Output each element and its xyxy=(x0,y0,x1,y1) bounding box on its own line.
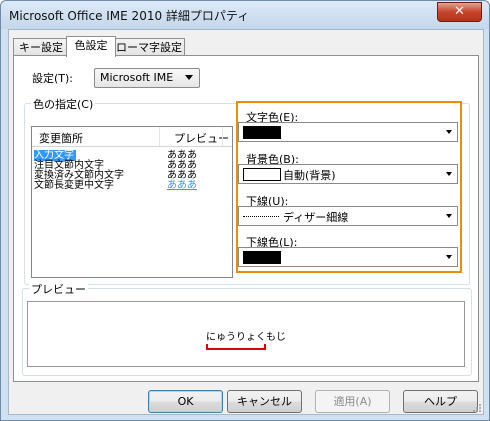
color-swatch xyxy=(243,251,281,264)
list-header: 変更箇所 プレビュー xyxy=(32,127,232,147)
preview-underline xyxy=(206,344,266,350)
cancel-button[interactable]: キャンセル xyxy=(227,390,302,413)
title-bar[interactable]: Microsoft Office IME 2010 詳細プロパティ ✕ xyxy=(1,1,489,29)
preview-group: プレビュー にゅうりょくもじ xyxy=(22,281,472,376)
underline-color-dropdown[interactable] xyxy=(238,247,458,267)
tab-romaji-settings[interactable]: ローマ字設定 xyxy=(113,38,185,56)
preview-group-title: プレビュー xyxy=(29,281,88,297)
bg-color-value: 自動(背景) xyxy=(283,169,336,182)
highlight-box: 文字色(E): 背景色(B): 自動(背景) 下線(U): ディザー細線 下線色… xyxy=(236,101,462,273)
color-settings-panel: 設定(T): Microsoft IME 色の指定(C) 変更箇所 プレビュー … xyxy=(13,55,479,382)
tab-color-settings[interactable]: 色設定 xyxy=(66,36,116,57)
column-header-preview[interactable]: プレビュー xyxy=(174,130,229,146)
column-separator[interactable] xyxy=(159,127,160,146)
tab-key-settings[interactable]: キー設定 xyxy=(13,38,69,56)
resize-grip-icon[interactable] xyxy=(472,403,482,413)
list-item[interactable]: 文節長変更中文字 あああ xyxy=(32,180,232,191)
column-header-target[interactable]: 変更箇所 xyxy=(39,130,83,146)
settings-value: Microsoft IME xyxy=(100,71,174,84)
list-item-preview: あああ xyxy=(167,180,197,191)
chevron-down-icon xyxy=(446,130,452,134)
chevron-down-icon xyxy=(185,75,193,80)
apply-button[interactable]: 適用(A) xyxy=(315,390,390,413)
close-button[interactable]: ✕ xyxy=(437,2,482,22)
help-button[interactable]: ヘルプ xyxy=(403,390,478,413)
settings-label: 設定(T): xyxy=(32,72,74,85)
dialog-client: キー設定 色設定 ローマ字設定 設定(T): Microsoft IME 色の指… xyxy=(8,29,484,415)
settings-dropdown[interactable]: Microsoft IME xyxy=(94,68,200,88)
column-separator[interactable] xyxy=(222,127,223,146)
underline-dropdown[interactable]: ディザー細線 xyxy=(238,206,458,226)
color-spec-group-title: 色の指定(C) xyxy=(31,96,96,112)
chevron-down-icon xyxy=(446,214,452,218)
window-title: Microsoft Office IME 2010 詳細プロパティ xyxy=(9,9,250,23)
chevron-down-icon xyxy=(446,172,452,176)
bg-color-dropdown[interactable]: 自動(背景) xyxy=(238,164,458,184)
chevron-down-icon xyxy=(446,255,452,259)
underline-style-sample xyxy=(243,216,279,217)
preview-area: にゅうりょくもじ xyxy=(27,301,465,367)
color-swatch xyxy=(243,168,281,181)
ok-button[interactable]: OK xyxy=(148,390,223,413)
underline-value: ディザー細線 xyxy=(283,211,349,224)
target-list[interactable]: 変更箇所 プレビュー 入力文字 あああ 注目文節内文字 あああ 変換済み文節内文… xyxy=(31,126,233,278)
properties-window: Microsoft Office IME 2010 詳細プロパティ ✕ キー設定… xyxy=(0,0,490,421)
text-color-dropdown[interactable] xyxy=(238,122,458,142)
color-swatch xyxy=(243,126,281,139)
preview-sample-text: にゅうりょくもじ xyxy=(206,332,286,343)
list-item-name: 文節長変更中文字 xyxy=(34,180,114,191)
